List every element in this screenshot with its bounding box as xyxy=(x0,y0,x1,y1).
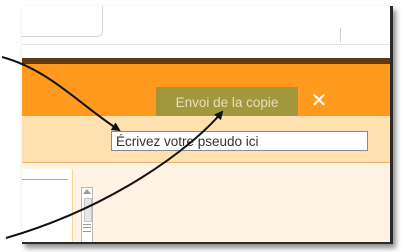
tab-edge xyxy=(22,6,103,37)
app-window: Envoi de la copie ✕ xyxy=(22,6,393,244)
vertical-scrollbar[interactable] xyxy=(81,187,93,242)
pseudo-input[interactable] xyxy=(111,131,368,151)
close-icon[interactable]: ✕ xyxy=(309,88,329,114)
grip-icon xyxy=(83,224,91,232)
pseudo-bar xyxy=(22,116,390,163)
content-area xyxy=(22,163,390,242)
scroll-thumb[interactable] xyxy=(84,198,92,222)
toolbar: Envoi de la copie ✕ xyxy=(22,64,390,118)
panel-line xyxy=(22,179,68,180)
divider-mark xyxy=(340,28,341,42)
top-area xyxy=(22,6,390,58)
divider xyxy=(22,44,390,45)
send-copy-button[interactable]: Envoi de la copie xyxy=(156,87,298,118)
side-panel xyxy=(22,169,73,242)
scroll-up-icon[interactable] xyxy=(83,189,91,194)
